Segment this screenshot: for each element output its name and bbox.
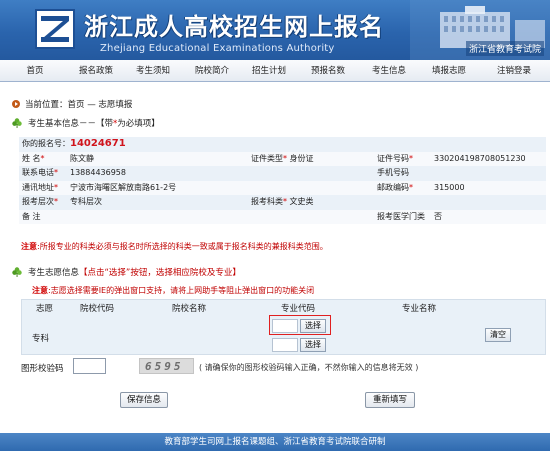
exam-level: 专科层次 (67, 195, 211, 210)
address: 宁波市海曙区解放南路61-2号 (67, 180, 374, 195)
choice-level: 专科 (32, 334, 50, 344)
reset-button[interactable]: 重新填写 (365, 392, 415, 408)
choice-table: 志愿 院校代码 院校名称 专业代码 专业名称 专科 选择 选择 清空 (21, 299, 546, 355)
nav-prereg-count[interactable]: 预报名数 (298, 60, 358, 82)
breadcrumb-text: 当前位置：首页 — 志愿填报 (25, 100, 133, 110)
captcha-input[interactable] (73, 358, 106, 374)
basic-info-table: 你的报名号：14024671 姓 名* 陈文静 证件类型* 身份证 证件号码* … (19, 137, 547, 224)
exam-subject: 文史类 (289, 197, 314, 207)
basic-info-title: 考生基本信息－－【带*为必填项】 (12, 118, 160, 130)
clover-icon (12, 118, 22, 128)
col-choice: 志愿 (36, 304, 54, 314)
nav-notes[interactable]: 考生须知 (122, 60, 184, 82)
id-number: 330204198708051230 (431, 151, 547, 166)
nav-plan[interactable]: 招生计划 (240, 60, 298, 82)
col-major-name: 专业名称 (402, 304, 437, 314)
col-school-code: 院校代码 (80, 304, 115, 314)
footer: 教育部学生司网上报名课题组、浙江省教育考试院联合研制 (0, 433, 550, 451)
save-button[interactable]: 保存信息 (120, 392, 168, 408)
select-button-2[interactable]: 选择 (300, 338, 326, 352)
nav-choices[interactable]: 填报志愿 (420, 60, 478, 82)
table-row: 你的报名号：14024671 (19, 137, 547, 152)
id-type: 身份证 (289, 153, 314, 163)
zip-code: 315000 (431, 180, 547, 195)
site-subtitle: Zhejiang Educational Examinations Author… (100, 43, 335, 54)
authority-logo (35, 9, 75, 49)
arrow-right-icon (12, 100, 20, 108)
clover-icon (12, 267, 22, 277)
table-row: 联系电话* 13884436958 手机号码 (19, 166, 547, 181)
regno-cell: 你的报名号：14024671 (19, 137, 547, 152)
col-major-code: 专业代码 (281, 304, 316, 314)
choice-info-title: 考生志愿信息【点击“选择”按钮，选择相应院校及专业】 (12, 267, 241, 279)
nav-schools[interactable]: 院校简介 (184, 60, 240, 82)
nav-logout[interactable]: 注销登录 (478, 60, 550, 82)
col-school-name: 院校名称 (172, 304, 207, 314)
phone-number: 13884436958 (67, 166, 211, 181)
nav-candidate-info[interactable]: 考生信息 (358, 60, 420, 82)
table-row: 通讯地址* 宁波市海曙区解放南路61-2号 邮政编码* 315000 (19, 180, 547, 195)
nav-home[interactable]: 首页 (0, 60, 70, 82)
captcha-image: 6595 (139, 358, 194, 374)
table-row: 备 注 报考医学门类 否 (19, 209, 547, 224)
table-row: 姓 名* 陈文静 证件类型* 身份证 证件号码* 330204198708051… (19, 151, 547, 166)
site-title: 浙江成人高校招生网上报名 (84, 12, 384, 41)
breadcrumb: 当前位置：首页 — 志愿填报 (12, 99, 132, 111)
medical-category: 否 (431, 209, 547, 224)
select-button-highlight (269, 315, 331, 335)
major-code-field-2[interactable] (272, 338, 298, 352)
clear-button[interactable]: 清空 (485, 328, 511, 342)
org-name: 浙江省教育考试院 (465, 41, 544, 56)
main-nav: 首页 报名政策 考生须知 院校简介 招生计划 预报名数 考生信息 填报志愿 注销… (0, 60, 550, 82)
captcha-row: 图形校验码 6595 ( 请确保你的图形校验码输入正确，不然你输入的信息将无效 … (21, 358, 546, 378)
nav-policy[interactable]: 报名政策 (70, 60, 122, 82)
popup-warning: 注意:志愿选择需要IE的弹出窗口支持，请将上网助手等阻止弹出窗口的功能关闭 (32, 286, 315, 295)
captcha-hint: ( 请确保你的图形校验码输入正确，不然你输入的信息将无效 ) (199, 363, 419, 372)
remark (67, 209, 374, 224)
registration-number: 14024671 (70, 138, 126, 150)
mobile-number (431, 166, 547, 181)
captcha-label: 图形校验码 (21, 364, 64, 374)
header-banner: 浙江成人高校招生网上报名 Zhejiang Educational Examin… (0, 0, 550, 60)
candidate-name: 陈文静 (67, 151, 211, 166)
table-row: 报考层次* 专科层次 报考科类* 文史类 (19, 195, 547, 210)
subject-notice: 注意:所报专业的科类必须与报名时所选择的科类一致或属于报名科类的兼报科类范围。 (21, 242, 328, 251)
